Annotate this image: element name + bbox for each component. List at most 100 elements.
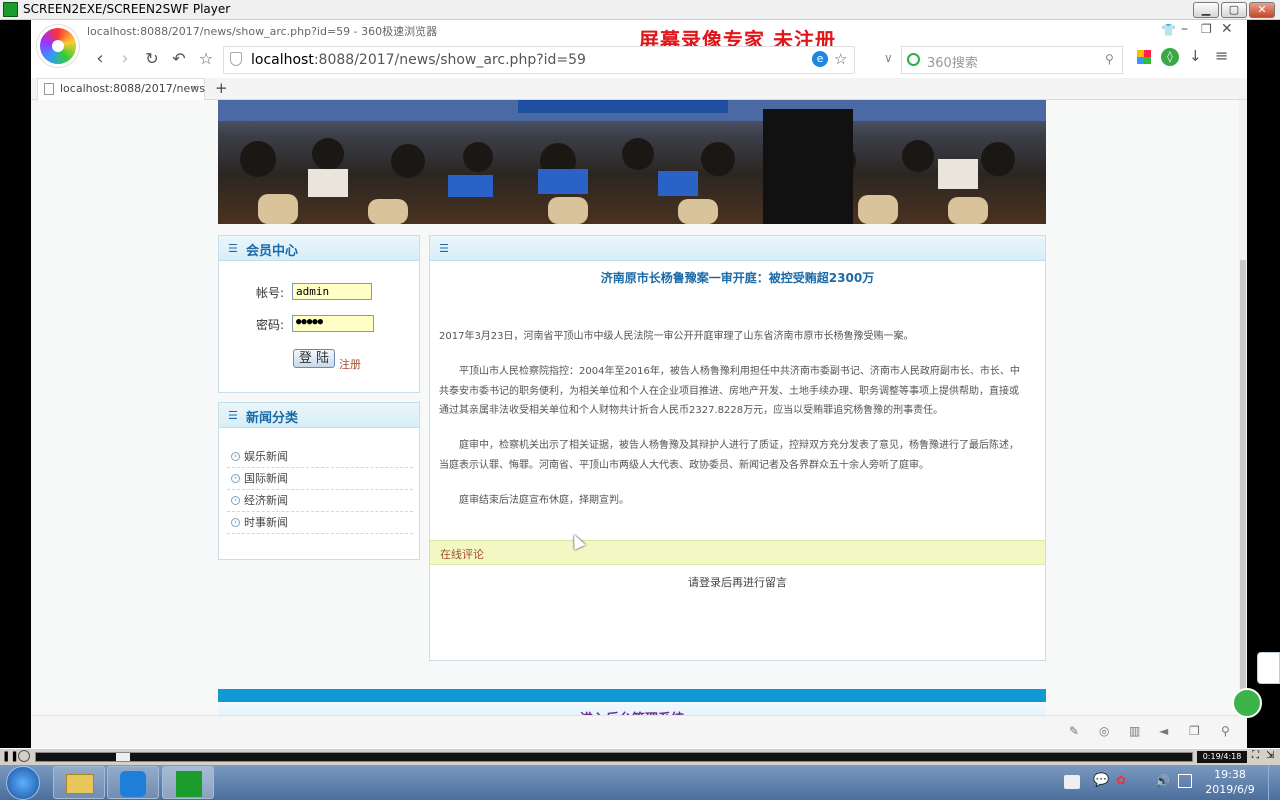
ie-engine-icon[interactable]: e — [812, 51, 828, 67]
address-bar[interactable]: localhost:8088/2017/news/show_arc.php?id… — [223, 46, 855, 74]
navigation-bar: ‹ › ↻ ↶ ☆ localhost:8088/2017/news/show_… — [31, 42, 1247, 78]
progress-thumb[interactable] — [116, 753, 130, 761]
pause-icon[interactable]: ❚❚ — [2, 751, 19, 762]
screen2exe-taskbar-icon[interactable] — [162, 766, 214, 799]
explorer-taskbar-icon[interactable] — [53, 766, 105, 799]
apps-grid-icon[interactable] — [1137, 50, 1151, 64]
trash-icon[interactable]: ▥ — [1129, 724, 1140, 738]
show-desktop-button[interactable] — [1268, 765, 1280, 800]
zoom-icon[interactable]: ⚲ — [1221, 724, 1230, 738]
browser-window: localhost:8088/2017/news/show_arc.php?id… — [31, 20, 1247, 748]
clock-time[interactable]: 19:38 — [1200, 768, 1260, 781]
window-icon[interactable]: ❐ — [1189, 724, 1200, 738]
article-paragraph: 庭审结束后法庭宣布休庭，择期宣判。 — [459, 495, 629, 506]
side-widget-icon[interactable] — [1257, 652, 1280, 684]
back-icon[interactable]: ‹ — [89, 48, 111, 70]
maximize-icon[interactable]: ▢ — [1221, 2, 1247, 18]
browser-minimize-icon[interactable]: – — [1181, 21, 1188, 37]
progress-track[interactable] — [35, 752, 1193, 762]
teamviewer-taskbar-icon[interactable] — [107, 766, 159, 799]
new-tab-icon[interactable]: + — [215, 79, 228, 97]
search-icon[interactable]: ⚲ — [1105, 52, 1114, 66]
browser-restore-icon[interactable]: ❐ — [1201, 22, 1212, 36]
footer-bar — [218, 689, 1046, 702]
forward-icon[interactable]: › — [114, 48, 136, 70]
download-icon[interactable]: ↓ — [1189, 47, 1202, 65]
search-box[interactable]: 360搜索 ⚲ — [901, 46, 1123, 74]
article-paragraph: 2017年3月23日，河南省平顶山市中级人民法院一审公开开庭审理了山东省济南市原… — [439, 331, 914, 342]
leaf-icon[interactable]: ◊ — [1161, 48, 1179, 66]
favorite-star-icon[interactable]: ☆ — [834, 50, 847, 68]
minimize-icon[interactable]: ▁ — [1193, 2, 1219, 18]
player-titlebar: SCREEN2EXE/SCREEN2SWF Player ▁ ▢ ✕ — [0, 0, 1280, 20]
category-item[interactable]: › 经济新闻 — [227, 490, 413, 512]
exit-icon[interactable]: ⇲ — [1266, 750, 1274, 761]
article-paragraph: 平顶山市人民检察院指控：2004年至2016年，被告人杨鲁豫利用担任中共济南市委… — [439, 366, 1020, 416]
stop-icon[interactable] — [18, 750, 30, 762]
scrollbar-thumb[interactable] — [1240, 260, 1246, 690]
player-app-icon — [3, 2, 18, 17]
browser-titlebar: localhost:8088/2017/news/show_arc.php?id… — [31, 20, 1247, 52]
comments-prompt: 请登录后再进行留言 — [688, 576, 787, 589]
start-button[interactable] — [6, 766, 40, 800]
login-button[interactable]: 登 陆 — [293, 349, 335, 368]
article-panel: ☰ 济南原市长杨鲁豫案一审开庭：被控受贿超2300万 2017年3月23日，河南… — [429, 235, 1046, 661]
sound-icon[interactable]: ◄ — [1159, 724, 1168, 738]
shield-icon — [230, 52, 242, 66]
speed-ball-icon[interactable] — [1232, 688, 1262, 718]
chevron-right-icon: › — [231, 474, 240, 483]
clock-date[interactable]: 2019/6/9 — [1200, 783, 1260, 796]
category-item[interactable]: › 国际新闻 — [227, 468, 413, 490]
page-icon — [44, 83, 54, 95]
chat-icon[interactable]: 💬 — [1093, 773, 1109, 788]
conference-photo — [218, 100, 1046, 224]
reload-icon[interactable]: ↻ — [141, 48, 163, 70]
speed-icon[interactable]: ◎ — [1099, 724, 1109, 738]
member-center-title: 会员中心 — [246, 244, 299, 259]
news-category-panel: ☰ 新闻分类 › 娱乐新闻 › 国际新闻 › 经济新闻 › 时事新闻 — [218, 402, 420, 560]
tray-red-icon[interactable]: ✿ — [1116, 773, 1126, 787]
tab-strip: localhost:8088/2017/news × + — [31, 78, 1247, 100]
category-item[interactable]: › 时事新闻 — [227, 512, 413, 534]
shirt-icon[interactable]: 👕 — [1161, 23, 1176, 37]
search-placeholder: 360搜索 — [927, 56, 978, 71]
tab-current[interactable]: localhost:8088/2017/news × — [37, 78, 205, 100]
chevron-right-icon: › — [231, 452, 240, 461]
url-text[interactable]: localhost:8088/2017/news/show_arc.php?id… — [251, 52, 586, 68]
fullscreen-icon[interactable]: ⛶ — [1252, 750, 1259, 761]
undo-icon[interactable]: ↶ — [168, 48, 190, 70]
pin-icon[interactable]: ✎ — [1069, 724, 1079, 738]
close-icon[interactable]: ✕ — [1249, 2, 1275, 18]
page-scrollbar[interactable] — [1239, 100, 1247, 748]
search-engine-icon — [907, 53, 920, 66]
article-header: ☰ — [430, 236, 1045, 261]
web-page: ☰ 会员中心 帐号: admin 密码: ●●●●● 登 陆 注册 ☰ 新闻分类 ›… — [31, 100, 1239, 748]
category-item[interactable]: › 娱乐新闻 — [227, 446, 413, 468]
volume-icon[interactable]: 🔊 — [1155, 774, 1170, 788]
chevron-right-icon: › — [231, 518, 240, 527]
chevron-right-icon: › — [231, 496, 240, 505]
star-icon[interactable]: ☆ — [195, 48, 217, 70]
browser-close-icon[interactable]: ✕ — [1221, 21, 1233, 37]
article-title: 济南原市长杨鲁豫案一审开庭：被控受贿超2300万 — [600, 271, 875, 285]
player-controls: ❚❚ 0:19/4:18 ⛶ ⇲ — [0, 748, 1280, 765]
player-time: 0:19/4:18 — [1197, 751, 1247, 763]
password-field[interactable]: ●●●●● — [292, 315, 374, 332]
username-field[interactable]: admin — [292, 283, 372, 300]
list-icon: ☰ — [228, 242, 238, 255]
news-category-header: ☰ 新闻分类 — [219, 403, 419, 428]
member-center-header: ☰ 会员中心 — [219, 236, 419, 261]
member-center-panel: ☰ 会员中心 帐号: admin 密码: ●●●●● 登 陆 注册 — [218, 235, 420, 393]
password-label: 密码: — [256, 318, 285, 332]
article-paragraph: 庭审中，检察机关出示了相关证据，被告人杨鲁豫及其辩护人进行了质证，控辩双方充分发… — [439, 440, 1019, 471]
network-icon[interactable] — [1178, 774, 1192, 788]
tab-close-icon[interactable]: × — [190, 82, 199, 95]
menu-icon[interactable]: ≡ — [1215, 46, 1228, 65]
dropdown-chevron-icon[interactable]: ∨ — [884, 51, 893, 65]
player-title: SCREEN2EXE/SCREEN2SWF Player — [23, 2, 231, 16]
tab-label: localhost:8088/2017/news — [60, 82, 205, 95]
news-category-title: 新闻分类 — [246, 411, 299, 426]
register-link[interactable]: 注册 — [339, 356, 361, 372]
browser-window-title: localhost:8088/2017/news/show_arc.php?id… — [87, 25, 438, 38]
tray-app-icon[interactable] — [1064, 775, 1080, 789]
